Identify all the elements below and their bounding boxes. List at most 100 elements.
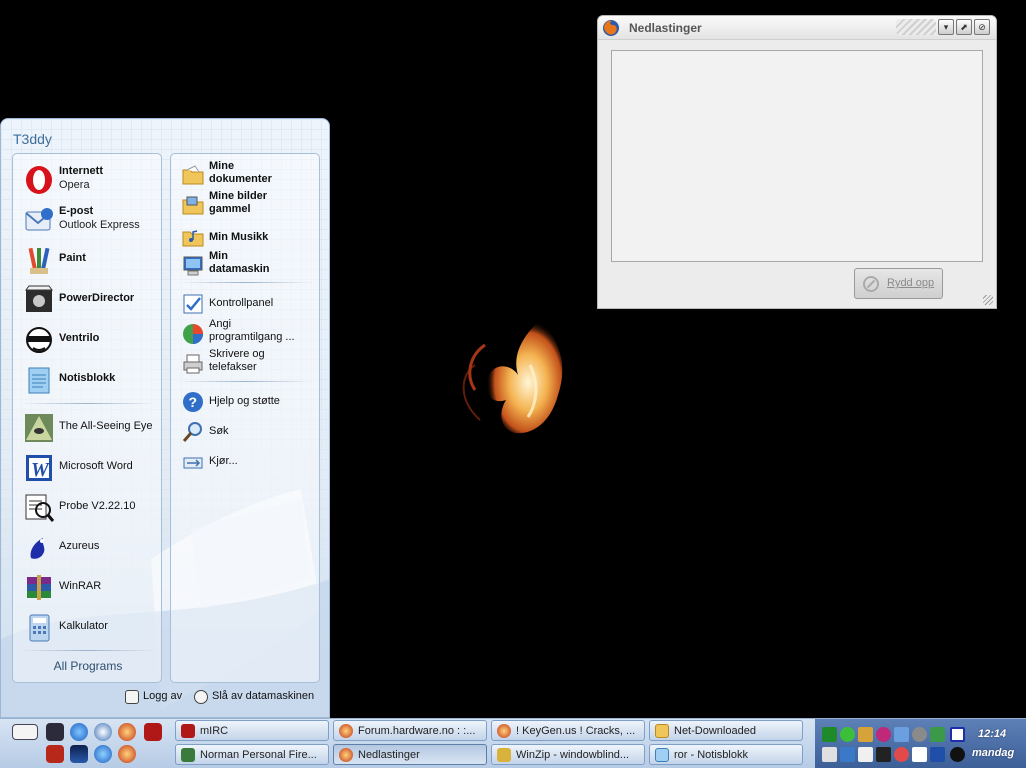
downloads-list[interactable] (611, 50, 983, 262)
pinned-item-internet[interactable]: Internett Opera (19, 162, 159, 198)
places-item-my-pictures[interactable]: Mine bilder gammel (179, 190, 317, 220)
app-icon[interactable] (912, 727, 927, 742)
app-icon[interactable] (950, 727, 965, 742)
word-icon: W (26, 455, 52, 481)
clear-icon (863, 276, 879, 292)
app-icon[interactable] (930, 747, 945, 762)
taskbar-button-net-downloaded[interactable]: Net-Downloaded (649, 720, 803, 741)
taskbar-button-winzip[interactable]: WinZip - windowblind... (491, 744, 645, 765)
system-item-program-access[interactable]: Angi programtilgang ... (179, 318, 317, 348)
item-title: Ventrilo (59, 332, 100, 344)
recent-item-azureus[interactable]: Azureus (19, 530, 159, 566)
recent-item-probe[interactable]: Probe V2.22.10 (19, 490, 159, 526)
shutdown-label: Slå av datamaskinen (212, 690, 315, 702)
tools-item-run[interactable]: Kjør... (179, 446, 317, 476)
taskbar-button-keygen[interactable]: ! KeyGen.us ! Cracks, ... (491, 720, 645, 741)
places-item-my-documents[interactable]: Mine dokumenter (179, 160, 317, 190)
item-title: Paint (59, 252, 86, 264)
title-bar[interactable]: Nedlastinger ▾ ⬈ ⊘ (598, 16, 996, 40)
folder-icon (182, 230, 204, 247)
internet-explorer-icon[interactable] (70, 723, 88, 741)
app-icon[interactable] (894, 747, 909, 762)
clock-time[interactable]: 12:14 (978, 728, 1006, 740)
mirc-icon[interactable] (144, 723, 162, 741)
separator (177, 282, 315, 283)
steam-icon[interactable] (46, 723, 64, 741)
app-icon[interactable] (876, 727, 891, 742)
taskbar-button-forum[interactable]: Forum.hardware.no : :... (333, 720, 487, 741)
item-title-line1: Skrivere og (209, 348, 265, 360)
taskbar-button-mirc[interactable]: mIRC (175, 720, 329, 741)
pinned-item-email[interactable]: E-post Outlook Express (19, 202, 159, 238)
item-title-line1: Angi (209, 318, 232, 330)
firefox-icon (603, 20, 619, 36)
taskbar-button-label: Forum.hardware.no : :... (358, 725, 476, 737)
item-title: E-post (59, 205, 94, 217)
outlook-express-icon (25, 208, 53, 231)
places-item-my-computer[interactable]: Min datamaskin (179, 250, 317, 280)
maximize-button[interactable]: ⬈ (956, 19, 972, 35)
notepad-icon (655, 748, 669, 762)
run-icon (183, 457, 203, 469)
word-icon[interactable] (912, 747, 927, 762)
item-title-line1: Kjør... (209, 455, 238, 467)
item-title-line1: Søk (209, 425, 229, 437)
notepad-icon (28, 367, 50, 394)
svg-text:?: ? (189, 394, 198, 410)
tools-item-help[interactable]: ? Hjelp og støtte (179, 386, 317, 416)
status-icon[interactable] (840, 727, 855, 742)
power-icon (194, 690, 208, 704)
firefox-icon[interactable] (118, 723, 136, 741)
printer-icon (183, 354, 203, 374)
pinned-item-powerdirector[interactable]: PowerDirector (19, 282, 159, 318)
logoff-label: Logg av (143, 690, 183, 702)
item-title-line1: Mine (209, 160, 235, 172)
network-icon[interactable] (822, 727, 837, 742)
app-icon[interactable] (858, 727, 873, 742)
item-title-line1: Mine bilder (209, 190, 268, 202)
show-desktop-icon[interactable] (12, 724, 38, 740)
item-title: Azureus (59, 540, 100, 552)
logoff-icon (125, 690, 139, 704)
cleanup-button[interactable]: Rydd opp (854, 268, 943, 299)
separator (19, 403, 157, 404)
minimize-button[interactable]: ▾ (938, 19, 954, 35)
recent-item-word[interactable]: W Microsoft Word (19, 450, 159, 486)
app-icon[interactable] (894, 727, 909, 742)
taskbar-button-downloads[interactable]: Nedlastinger (333, 744, 487, 765)
close-button[interactable]: ⊘ (974, 19, 990, 35)
recent-item-all-seeing-eye[interactable]: The All-Seeing Eye (19, 410, 159, 446)
places-item-my-music[interactable]: Min Musikk (179, 222, 317, 252)
app-icon[interactable] (950, 747, 965, 762)
system-item-printers[interactable]: Skrivere og telefakser (179, 348, 317, 378)
opera-icon (26, 166, 52, 194)
system-item-control-panel[interactable]: Kontrollpanel (179, 288, 317, 318)
places-panel: Mine dokumenter Mine bilder gammel Min Mus… (170, 153, 320, 683)
app-icon[interactable] (822, 747, 837, 762)
winrar-icon (27, 575, 51, 600)
all-programs-button[interactable]: All Programs (13, 659, 163, 673)
app-icon[interactable] (930, 727, 945, 742)
resize-grip[interactable] (983, 295, 993, 305)
media-player-icon[interactable] (94, 723, 112, 741)
taskbar-button-notepad[interactable]: ror - Notisblokk (649, 744, 803, 765)
taskbar-button-norman[interactable]: Norman Personal Fire... (175, 744, 329, 765)
app-icon[interactable] (840, 747, 855, 762)
tools-item-search[interactable]: Søk (179, 416, 317, 446)
help-icon: ? (183, 392, 203, 412)
firefox-icon[interactable] (118, 745, 136, 763)
app-icon[interactable] (876, 747, 891, 762)
recent-item-winrar[interactable]: WinRAR (19, 570, 159, 606)
pinned-item-paint[interactable]: Paint (19, 242, 159, 278)
app-icon[interactable] (858, 747, 873, 762)
desktop-shortcut-icon[interactable] (70, 745, 88, 763)
pinned-item-ventrilo[interactable]: Ventrilo (19, 322, 159, 358)
start-menu: T3ddy Internett Opera E-post Outlook Exp… (0, 118, 330, 718)
internet-explorer-icon[interactable] (94, 745, 112, 763)
recent-item-calculator[interactable]: Kalkulator (19, 610, 159, 646)
azureus-icon (30, 538, 45, 559)
pinned-item-notepad[interactable]: Notisblokk (19, 362, 159, 398)
item-title-line2: datamaskin (209, 263, 270, 275)
filezilla-icon[interactable] (46, 745, 64, 763)
cleanup-label: Rydd opp (887, 277, 935, 289)
